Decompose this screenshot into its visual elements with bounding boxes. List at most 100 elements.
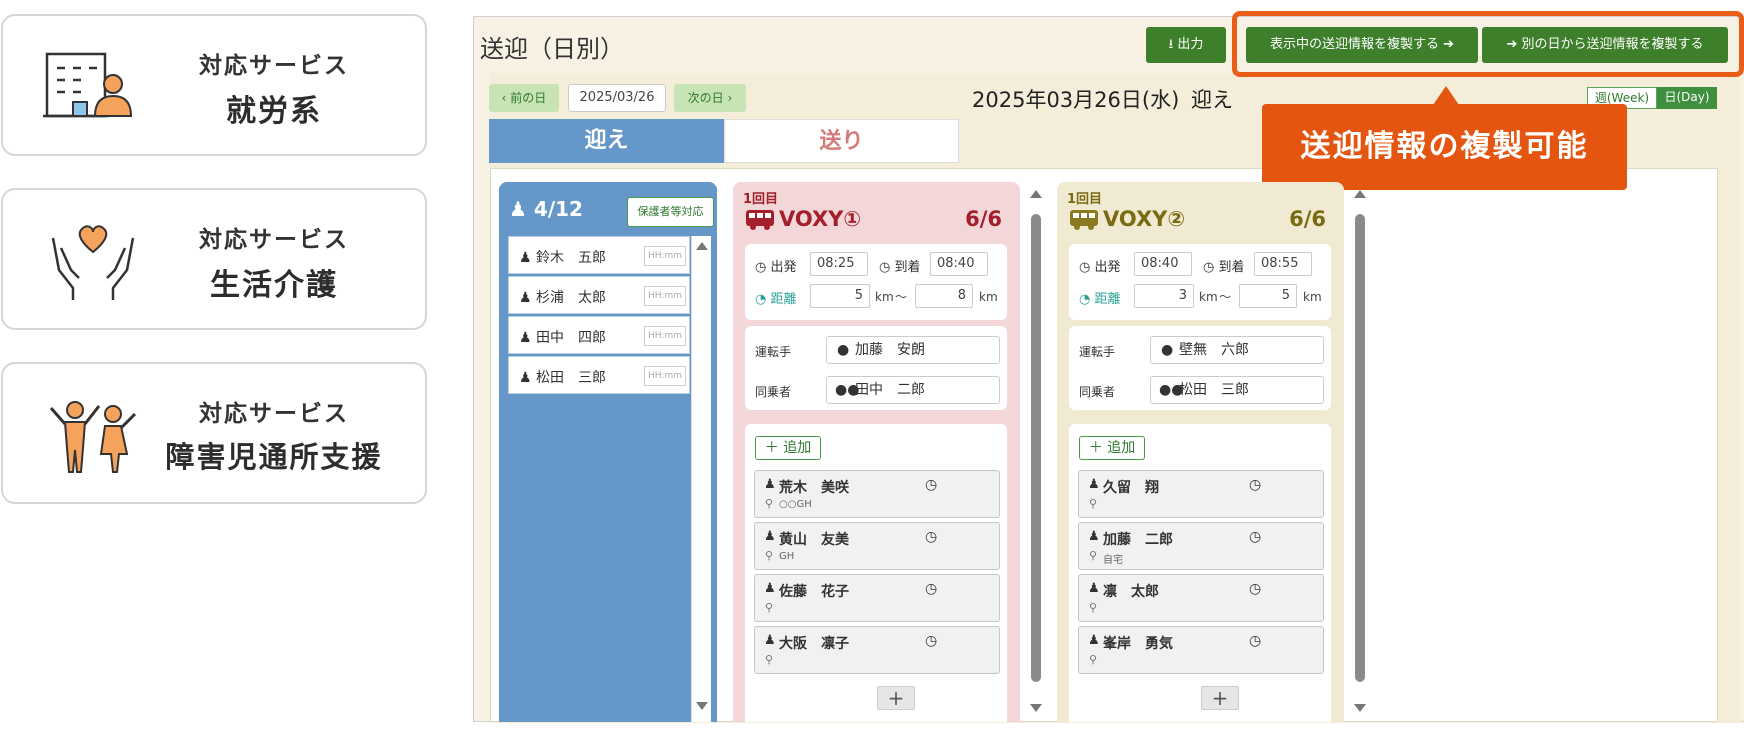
output-button[interactable]: ⭳ 出力 (1146, 27, 1226, 63)
depart-time-input[interactable]: 08:40 (1134, 252, 1192, 276)
bus-icon (746, 210, 774, 230)
rider-item[interactable]: ♟ 加藤 二郎 ◷ ⚲ 自宅 (1078, 522, 1324, 570)
rider-item[interactable]: ♟ 荒木 美咲 ◷ ⚲ ○○GH (754, 470, 1000, 518)
service-name: 生活介護 (210, 268, 338, 303)
vehicle-name: VOXY① (779, 207, 862, 231)
location-pin-icon: ⚲ (765, 653, 774, 666)
list-item[interactable]: ♟ 杉浦 太郎 HH:mm (508, 276, 690, 314)
location-pin-icon: ⚲ (1089, 549, 1098, 562)
clock-icon: ◷ (925, 633, 938, 649)
list-item[interactable]: ♟ 田中 四郎 HH:mm (508, 316, 690, 354)
rider-item[interactable]: ♟ 黄山 友美 ◷ ⚲ GH (754, 522, 1000, 570)
download-icon: ⭳ (1168, 37, 1174, 52)
location-pin-icon: ⚲ (1089, 601, 1098, 614)
riders-card: ＋ 追加 ♟ 久留 翔 ◷ ⚲ ♟ 加藤 二郎 ◷ ⚲ 自宅 ♟ 凛 太郎 ◷ … (1069, 424, 1331, 722)
scroll-down-icon[interactable] (1030, 704, 1042, 712)
depart-label: ◷ 出発 (755, 260, 797, 275)
add-rider-button[interactable]: ＋ 追加 (1079, 436, 1145, 460)
scroll-up-icon[interactable] (696, 242, 708, 250)
tab-dropoff[interactable]: 送り (724, 119, 959, 163)
companion-input[interactable]: ●● 松田 三郎 (1150, 376, 1324, 404)
person-icon: ♟ (1088, 633, 1100, 648)
rider-item[interactable]: ♟ 佐藤 花子 ◷ ⚲ (754, 574, 1000, 622)
care-hands-heart-icon (43, 218, 143, 304)
scroll-down-icon[interactable] (1354, 704, 1366, 712)
add-rider-button[interactable]: ＋ 追加 (755, 436, 821, 460)
guardian-handling-button[interactable]: 保護者等対応 (627, 197, 714, 227)
vehicle-1-scrollbar[interactable] (1030, 186, 1042, 720)
rider-item[interactable]: ♟ 大阪 凛子 ◷ ⚲ (754, 626, 1000, 674)
add-stop-button[interactable]: + (877, 686, 915, 710)
companion-input[interactable]: ●● 田中 二郎 (826, 376, 1000, 404)
person-icon: ♟ (764, 633, 776, 648)
schedule-card: ◷ 出発 08:40 ◷ 到着 08:55 ◔ 距離 3 km 〜 5 km (1069, 244, 1331, 320)
clock-icon: ◷ (1249, 633, 1262, 649)
riders-card: ＋ 追加 ♟ 荒木 美咲 ◷ ⚲ ○○GH ♟ 黄山 友美 ◷ ⚲ GH ♟ 佐… (745, 424, 1007, 722)
pool-count: ♟ 4/12 (509, 197, 583, 221)
office-worker-icon (43, 44, 143, 130)
arrive-time-input[interactable]: 08:40 (930, 252, 988, 276)
driver-input[interactable]: ● 壁無 六郎 (1150, 336, 1324, 364)
date-input[interactable]: 2025/03/26 (568, 84, 666, 112)
crew-card: 運転手 ● 壁無 六郎 同乗者 ●● 松田 三郎 (1069, 326, 1331, 410)
depart-label: ◷ 出発 (1079, 260, 1121, 275)
location-pin-icon: ⚲ (765, 549, 774, 562)
list-item[interactable]: ♟ 鈴木 五郎 HH:mm (508, 236, 690, 274)
person-icon: ♟ (1088, 477, 1100, 492)
person-icon: ♟ (509, 197, 527, 221)
copy-feature-callout: 送迎情報の複製可能 (1262, 104, 1627, 190)
depart-time-input[interactable]: 08:25 (810, 252, 868, 276)
distance-from-input[interactable]: 3 (1134, 284, 1194, 308)
clock-icon: ◷ (1249, 581, 1262, 597)
scroll-down-icon[interactable] (696, 702, 708, 710)
vehicle-2-scrollbar[interactable] (1354, 186, 1366, 720)
current-date-label: 2025年03月26日(水) (972, 88, 1180, 112)
distance-to-input[interactable]: 5 (1239, 284, 1297, 308)
time-input[interactable]: HH:mm (644, 286, 686, 306)
gauge-icon: ◔ (1079, 292, 1091, 307)
list-item[interactable]: ♟ 松田 三郎 HH:mm (508, 356, 690, 394)
clock-icon: ◷ (755, 260, 767, 275)
vehicle-column-2: 1回目 VOXY② 6/6 ◷ 出発 08:40 ◷ 到着 08:55 ◔ 距離… (1057, 182, 1344, 722)
clock-icon: ◷ (925, 529, 938, 545)
service-card-daily-care: 対応サービス 生活介護 (1, 188, 427, 330)
tab-pickup[interactable]: 迎え (489, 119, 724, 163)
distance-to-input[interactable]: 8 (915, 284, 973, 308)
time-input[interactable]: HH:mm (644, 326, 686, 346)
crew-card: 運転手 ● 加藤 安朗 同乗者 ●● 田中 二郎 (745, 326, 1007, 410)
distance-from-input[interactable]: 5 (810, 284, 870, 308)
scroll-up-icon[interactable] (1030, 190, 1042, 198)
person-icon: ♟ (519, 330, 532, 346)
pool-scrollbar[interactable] (691, 236, 711, 722)
arrive-time-input[interactable]: 08:55 (1254, 252, 1312, 276)
arrive-label: ◷ 到着 (879, 260, 921, 275)
clock-icon: ◷ (1203, 260, 1215, 275)
service-card-employment: 対応サービス 就労系 (1, 14, 427, 156)
driver-label: 運転手 (1079, 345, 1116, 359)
next-day-button[interactable]: 次の日 › (674, 84, 746, 112)
location-pin-icon: ⚲ (1089, 653, 1098, 666)
scroll-up-icon[interactable] (1354, 190, 1366, 198)
user-icon: ● (1161, 342, 1174, 358)
location-pin-icon: ⚲ (1089, 497, 1098, 510)
callout-arrow (1433, 86, 1459, 105)
service-card-children-support: 対応サービス 障害児通所支援 (1, 362, 427, 504)
time-input[interactable]: HH:mm (644, 246, 686, 266)
prev-day-button[interactable]: ‹ 前の日 (489, 84, 559, 112)
day-view-button[interactable]: 日(Day) (1657, 87, 1717, 109)
users-icon: ●● (1159, 382, 1184, 398)
rider-item[interactable]: ♟ 凛 太郎 ◷ ⚲ (1078, 574, 1324, 622)
rider-item[interactable]: ♟ 峯岸 勇気 ◷ ⚲ (1078, 626, 1324, 674)
rider-item[interactable]: ♟ 久留 翔 ◷ ⚲ (1078, 470, 1324, 518)
user-icon: ● (837, 342, 850, 358)
passenger-pool: ♟ 4/12 保護者等対応 ♟ 鈴木 五郎 HH:mm ♟ 杉浦 太郎 HH:m… (499, 182, 717, 722)
scroll-thumb[interactable] (1031, 214, 1041, 682)
schedule-card: ◷ 出発 08:25 ◷ 到着 08:40 ◔ 距離 5 km 〜 8 km (745, 244, 1007, 320)
vehicle-capacity: 6/6 (1289, 207, 1326, 231)
service-label: 対応サービス (199, 227, 349, 253)
time-input[interactable]: HH:mm (644, 366, 686, 386)
add-stop-button[interactable]: + (1201, 686, 1239, 710)
driver-input[interactable]: ● 加藤 安朗 (826, 336, 1000, 364)
scroll-thumb[interactable] (1355, 214, 1365, 682)
service-label: 対応サービス (199, 53, 349, 79)
